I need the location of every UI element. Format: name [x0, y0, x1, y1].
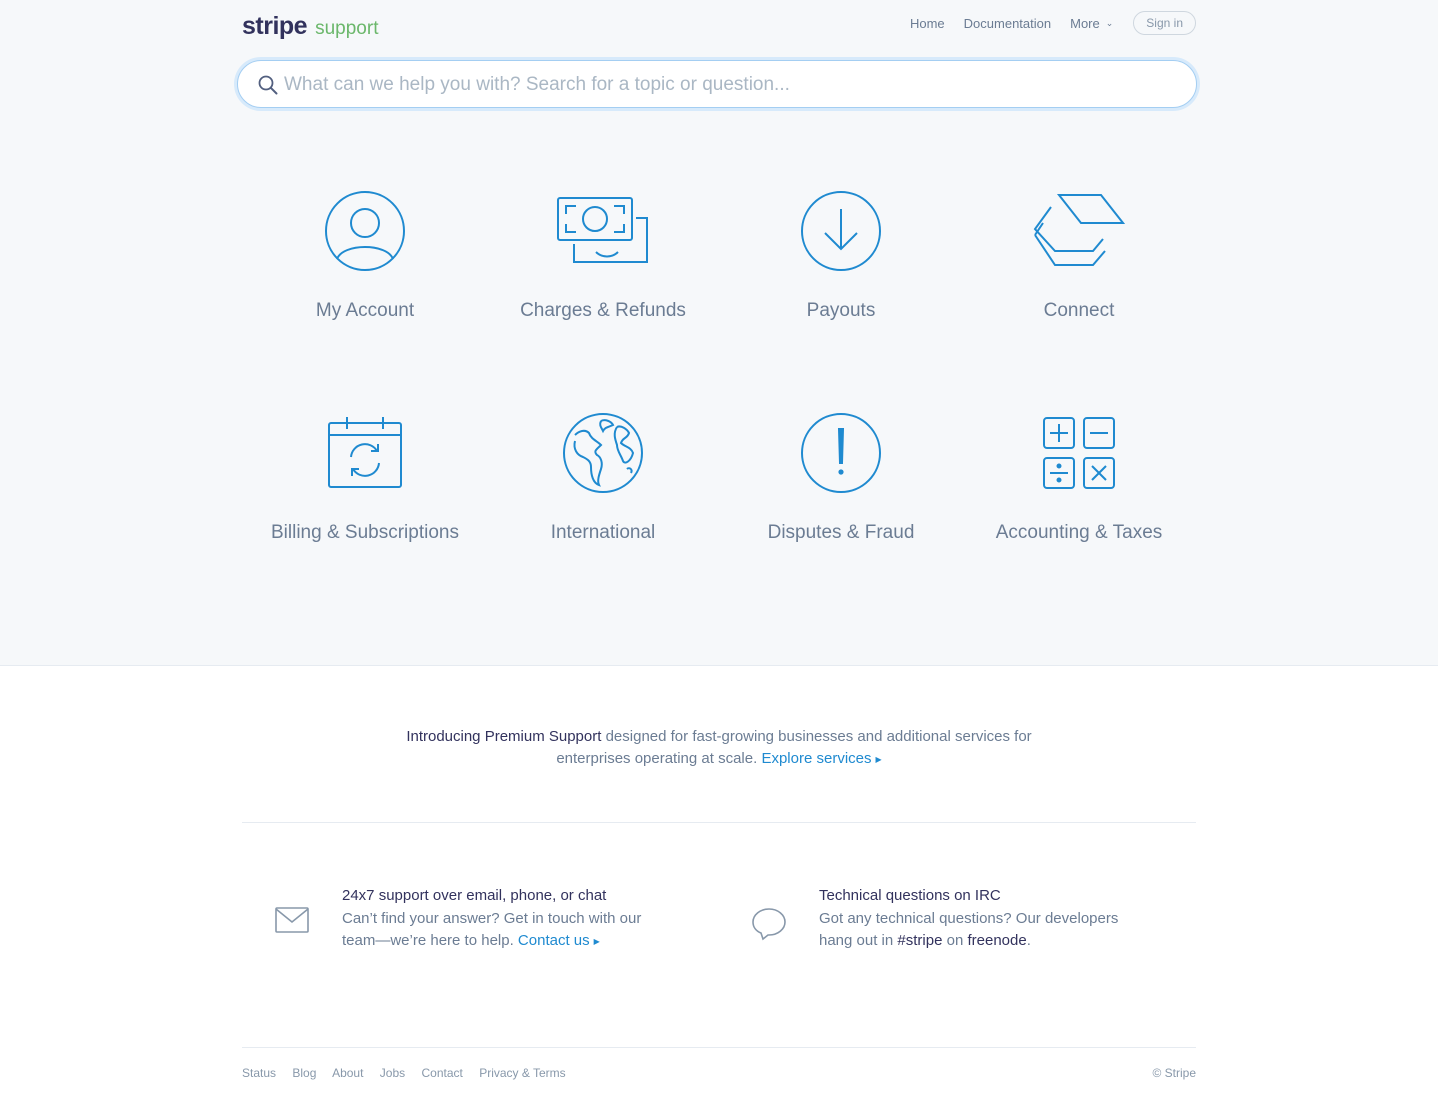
footer-link-contact[interactable]: Contact — [421, 1066, 462, 1080]
explore-services-link[interactable]: Explore services ▶ — [761, 750, 881, 767]
chat-bubble-icon — [719, 887, 819, 1025]
email-support-text: Can’t find your answer? Get in touch wit… — [342, 908, 672, 953]
nav-more-label: More — [1070, 15, 1100, 31]
stripe-channel-link[interactable]: #stripe — [897, 932, 942, 949]
category-label: Disputes & Fraud — [767, 522, 915, 543]
category-label: Connect — [1043, 300, 1115, 321]
top-nav: Home Documentation More ⌄ Sign in — [891, 11, 1196, 35]
premium-announcement: Introducing Premium Support designed for… — [379, 666, 1059, 822]
footer-links: Status Blog About Jobs Contact Privacy &… — [242, 1066, 579, 1080]
footer: Status Blog About Jobs Contact Privacy &… — [242, 1048, 1196, 1080]
irc-support-text: Got any technical questions? Our develop… — [819, 908, 1149, 952]
money-icon — [484, 190, 722, 272]
brand-name[interactable]: stripe — [242, 12, 308, 41]
irc-support-title: Technical questions on IRC — [819, 887, 1001, 904]
caret-right-icon: ▶ — [875, 755, 882, 764]
explore-services-label: Explore services — [761, 750, 872, 767]
sign-in-button[interactable]: Sign in — [1133, 11, 1196, 35]
premium-title: Introducing Premium Support — [406, 728, 602, 745]
category-payouts[interactable]: Payouts — [722, 190, 960, 322]
hero-section: stripe support Home Documentation More ⌄ … — [0, 0, 1438, 666]
category-disputes-fraud[interactable]: Disputes & Fraud — [722, 412, 960, 544]
email-support: 24x7 support over email, phone, or chat … — [242, 887, 719, 1025]
caret-right-icon: ▶ — [593, 937, 600, 946]
brand-sub[interactable]: support — [315, 18, 378, 40]
category-label: My Account — [315, 300, 415, 321]
contact-us-link[interactable]: Contact us ▶ — [518, 932, 600, 949]
footer-link-status[interactable]: Status — [242, 1066, 276, 1080]
calendar-refresh-icon — [246, 412, 484, 494]
layers-icon — [960, 190, 1198, 272]
category-label: Accounting & Taxes — [995, 522, 1163, 543]
footer-link-jobs[interactable]: Jobs — [380, 1066, 405, 1080]
search-input[interactable] — [282, 69, 1166, 101]
nav-more[interactable]: More ⌄ — [1070, 16, 1113, 31]
category-label: Billing & Subscriptions — [271, 522, 459, 543]
logo[interactable]: stripe support — [242, 12, 378, 41]
nav-home[interactable]: Home — [910, 16, 945, 31]
footer-link-privacy-terms[interactable]: Privacy & Terms — [479, 1066, 565, 1080]
contact-us-label: Contact us — [517, 932, 590, 949]
search-box[interactable] — [237, 60, 1197, 108]
header: stripe support Home Documentation More ⌄ … — [242, 0, 1196, 52]
category-billing-subscriptions[interactable]: Billing & Subscriptions — [246, 412, 484, 544]
nav-documentation[interactable]: Documentation — [964, 16, 1051, 31]
category-accounting-taxes[interactable]: Accounting & Taxes — [960, 412, 1198, 544]
calculator-icon — [960, 412, 1198, 494]
alert-icon — [722, 412, 960, 494]
irc-text-3: . — [1026, 932, 1031, 949]
support-options: 24x7 support over email, phone, or chat … — [242, 823, 1196, 1025]
freenode-link[interactable]: freenode — [967, 932, 1026, 949]
footer-link-about[interactable]: About — [332, 1066, 363, 1080]
category-international[interactable]: International — [484, 412, 722, 544]
irc-support: Technical questions on IRC Got any techn… — [719, 887, 1196, 1025]
globe-icon — [484, 412, 722, 494]
category-grid: My Account Charges & Refunds Payouts Con… — [246, 190, 1198, 544]
arrow-down-icon — [722, 190, 960, 272]
category-label: Charges & Refunds — [520, 300, 686, 321]
category-charges-refunds[interactable]: Charges & Refunds — [484, 190, 722, 322]
email-support-title: 24x7 support over email, phone, or chat — [342, 887, 607, 904]
chevron-down-icon: ⌄ — [1105, 17, 1114, 28]
search-icon — [258, 75, 278, 100]
irc-text-2: on — [942, 932, 968, 949]
category-label: International — [550, 522, 656, 543]
category-my-account[interactable]: My Account — [246, 190, 484, 322]
user-icon — [246, 190, 484, 272]
footer-link-blog[interactable]: Blog — [292, 1066, 316, 1080]
envelope-icon — [242, 887, 342, 1025]
category-label: Payouts — [806, 300, 876, 321]
copyright: © Stripe — [1152, 1066, 1196, 1080]
category-connect[interactable]: Connect — [960, 190, 1198, 322]
